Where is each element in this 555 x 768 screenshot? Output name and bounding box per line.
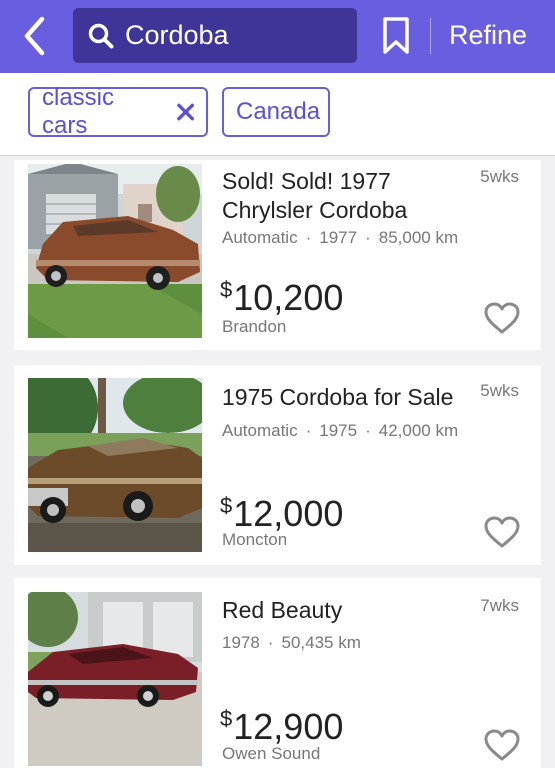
filter-chip-label: Canada: [236, 98, 321, 125]
listing-specs: Automatic · 1977 · 85,000 km: [222, 228, 459, 247]
listing-photo[interactable]: [28, 592, 202, 766]
listing-photo[interactable]: [28, 164, 202, 338]
currency-symbol: $: [220, 493, 233, 518]
transmission: Automatic: [222, 228, 298, 247]
price-value: 12,000: [233, 493, 344, 534]
listing-age: 7wks: [480, 596, 519, 615]
search-input[interactable]: Cordoba: [73, 8, 357, 63]
listing-photo[interactable]: [28, 378, 202, 552]
listing-specs: Automatic · 1975 · 42,000 km: [222, 421, 459, 440]
listing-price: $12,900: [220, 699, 343, 747]
mileage: 50,435 km: [281, 633, 361, 652]
listing-card[interactable]: 1975 Cordoba for Sale Automatic · 1975 · 42,…: [14, 365, 541, 565]
refine-button[interactable]: Refine: [449, 19, 527, 51]
listing-title[interactable]: Red Beauty: [222, 596, 472, 625]
favorite-button[interactable]: [483, 728, 521, 762]
listing-age: 5wks: [480, 167, 519, 186]
favorite-button[interactable]: [483, 301, 521, 335]
listing-price: $12,000: [220, 486, 343, 534]
close-icon[interactable]: [177, 103, 194, 121]
listing-card[interactable]: Red Beauty 1978 · 50,435 km $12,900 Owen S…: [14, 578, 541, 768]
filter-bar: classic cars Canada: [0, 73, 555, 156]
listing-card[interactable]: Sold! Sold! 1977 Chrylsler Cordoba Autom…: [14, 160, 541, 350]
year: 1978: [222, 633, 260, 652]
currency-symbol: $: [220, 706, 233, 731]
listing-title[interactable]: Sold! Sold! 1977 Chrylsler Cordoba: [222, 167, 472, 225]
listing-price: $10,200: [220, 270, 343, 318]
listing-location: Owen Sound: [222, 744, 321, 763]
price-value: 10,200: [233, 277, 344, 318]
filter-chip-classic-cars[interactable]: classic cars: [28, 84, 208, 139]
save-search-button[interactable]: [380, 16, 412, 56]
listing-specs: 1978 · 50,435 km: [222, 633, 361, 652]
bookmark-icon: [383, 17, 409, 54]
mileage: 42,000 km: [378, 421, 459, 440]
search-icon: [88, 23, 114, 49]
year: 1975: [319, 421, 358, 440]
year: 1977: [319, 228, 358, 247]
search-query-text: Cordoba: [125, 20, 229, 50]
heart-icon: [484, 516, 520, 548]
listing-location: Brandon: [222, 317, 287, 336]
filter-chip-canada[interactable]: Canada: [222, 87, 330, 137]
top-app-bar: Cordoba Refine: [0, 0, 555, 73]
listing-age: 5wks: [480, 381, 519, 400]
currency-symbol: $: [220, 277, 233, 302]
favorite-button[interactable]: [483, 515, 521, 549]
heart-icon: [484, 302, 520, 334]
transmission: Automatic: [222, 421, 298, 440]
back-button[interactable]: [18, 14, 52, 58]
heart-icon: [484, 729, 520, 761]
price-value: 12,900: [233, 706, 344, 747]
filter-chip-label: classic cars: [42, 84, 115, 139]
mileage: 85,000 km: [378, 228, 459, 247]
listing-title[interactable]: 1975 Cordoba for Sale: [222, 383, 472, 412]
toolbar-divider: [430, 18, 431, 54]
listing-location: Moncton: [222, 530, 288, 549]
chevron-left-icon: [24, 16, 45, 56]
